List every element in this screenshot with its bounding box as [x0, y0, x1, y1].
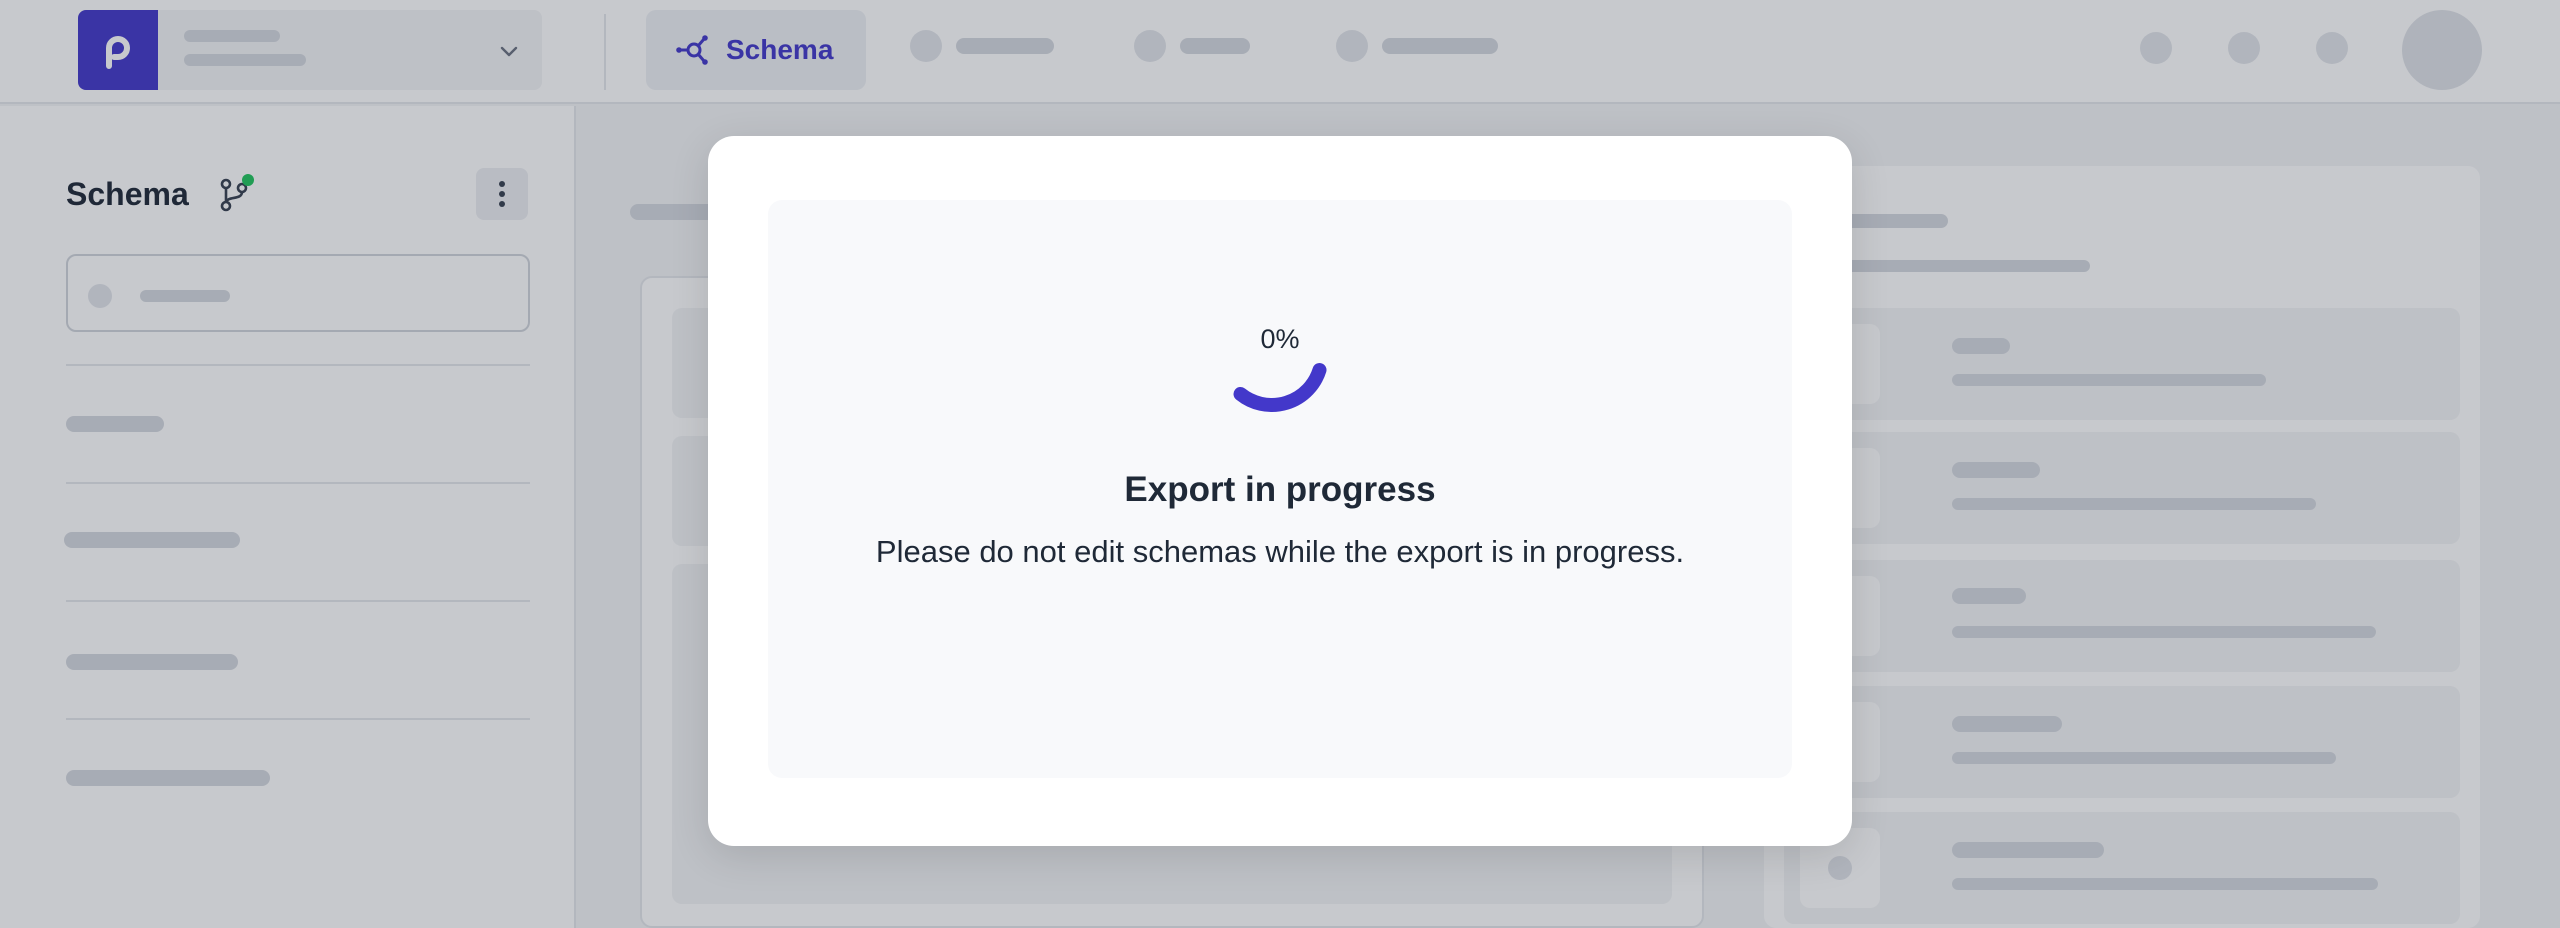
dialog-message: Please do not edit schemas while the exp… — [875, 534, 1685, 569]
export-progress-dialog: 0% Export in progress Please do not edit… — [708, 136, 1852, 846]
progress-indicator: 0% — [1216, 306, 1344, 434]
progress-percent: 0% — [1260, 324, 1300, 354]
dialog-title: Export in progress — [1124, 470, 1436, 509]
export-progress-panel: 0% Export in progress Please do not edit… — [768, 200, 1792, 778]
